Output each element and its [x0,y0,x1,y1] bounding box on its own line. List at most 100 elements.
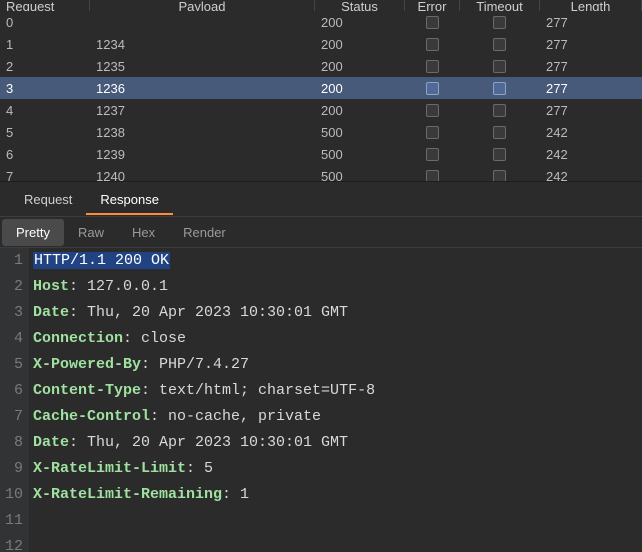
timeout-checkbox[interactable] [460,33,540,55]
checkbox-icon [493,170,506,182]
checkbox-icon [426,104,439,117]
error-checkbox[interactable] [405,165,460,181]
checkbox-icon [493,104,506,117]
cell-status: 200 [315,11,405,33]
timeout-checkbox[interactable] [460,11,540,33]
error-checkbox[interactable] [405,11,460,33]
line-number: 4 [0,326,23,352]
table-row[interactable]: 31236200 277 [0,77,642,99]
line-number: 1 [0,248,23,274]
cell-length: 277 [540,99,642,121]
table-row[interactable]: 51238500 242 [0,121,642,143]
error-checkbox[interactable] [405,99,460,121]
subtab-pretty[interactable]: Pretty [2,219,64,246]
cell-payload [90,11,315,33]
code-line: Host: 127.0.0.1 [33,274,375,300]
cell-payload: 1234 [90,33,315,55]
cell-request: 2 [0,55,90,77]
timeout-checkbox[interactable] [460,55,540,77]
line-number: 2 [0,274,23,300]
code-line [33,534,375,552]
error-checkbox[interactable] [405,143,460,165]
cell-length: 242 [540,165,642,181]
cell-status: 500 [315,165,405,181]
cell-payload: 1240 [90,165,315,181]
table-row[interactable]: 41237200 277 [0,99,642,121]
col-length[interactable]: Length [540,0,642,11]
subtab-render[interactable]: Render [169,219,240,246]
checkbox-icon [493,126,506,139]
checkbox-icon [493,38,506,51]
cell-request: 5 [0,121,90,143]
code-line: Cache-Control: no-cache, private [33,404,375,430]
cell-status: 200 [315,99,405,121]
cell-payload: 1237 [90,99,315,121]
tab-request[interactable]: Request [10,184,86,215]
subtab-hex[interactable]: Hex [118,219,169,246]
cell-payload: 1239 [90,143,315,165]
intruder-results: Request Payload Status Error Timeout Len… [0,0,642,182]
checkbox-icon [493,60,506,73]
table-row[interactable]: 21235200277 [0,55,642,77]
checkbox-icon [493,16,506,29]
code-line [33,508,375,534]
cell-status: 500 [315,143,405,165]
cell-status: 200 [315,77,405,99]
code-line: Content-Type: text/html; charset=UTF-8 [33,378,375,404]
error-checkbox[interactable] [405,33,460,55]
cell-payload: 1238 [90,121,315,143]
error-checkbox[interactable] [405,77,460,99]
cell-request: 4 [0,99,90,121]
line-number: 6 [0,378,23,404]
timeout-checkbox[interactable] [460,77,540,99]
tab-response[interactable]: Response [86,184,173,215]
cell-request: 1 [0,33,90,55]
cell-request: 0 [0,11,90,33]
cell-length: 277 [540,33,642,55]
col-status[interactable]: Status [315,0,405,11]
col-payload[interactable]: Payload [90,0,315,11]
cell-request: 3 [0,77,90,99]
cell-request: 6 [0,143,90,165]
results-header: Request Payload Status Error Timeout Len… [0,0,642,11]
checkbox-icon [426,148,439,161]
timeout-checkbox[interactable] [460,99,540,121]
table-row[interactable]: 11234200277 [0,33,642,55]
message-tabs: Request Response [0,182,642,217]
checkbox-icon [426,170,439,182]
error-checkbox[interactable] [405,121,460,143]
checkbox-icon [426,126,439,139]
cell-payload: 1235 [90,55,315,77]
table-row[interactable]: 0200277 [0,11,642,33]
cell-status: 500 [315,121,405,143]
checkbox-icon [426,38,439,51]
cell-length: 277 [540,77,642,99]
checkbox-icon [493,82,506,95]
timeout-checkbox[interactable] [460,165,540,181]
table-row[interactable]: 61239500 242 [0,143,642,165]
cell-length: 242 [540,143,642,165]
col-timeout[interactable]: Timeout [460,0,540,11]
subtab-raw[interactable]: Raw [64,219,118,246]
table-row[interactable]: 71240500 242 [0,165,642,181]
checkbox-icon [426,16,439,29]
response-body[interactable]: HTTP/1.1 200 OKHost: 127.0.0.1Date: Thu,… [29,248,375,552]
cell-payload: 1236 [90,77,315,99]
code-line: HTTP/1.1 200 OK [33,248,375,274]
line-number: 10 [0,482,23,508]
col-request[interactable]: Request [0,0,90,11]
cell-length: 277 [540,55,642,77]
line-number: 11 [0,508,23,534]
code-line: Date: Thu, 20 Apr 2023 10:30:01 GMT [33,300,375,326]
response-editor[interactable]: 123456789101112 HTTP/1.1 200 OKHost: 127… [0,248,642,552]
timeout-checkbox[interactable] [460,121,540,143]
timeout-checkbox[interactable] [460,143,540,165]
cell-length: 242 [540,121,642,143]
error-checkbox[interactable] [405,55,460,77]
checkbox-icon [426,60,439,73]
results-body[interactable]: 0200277112342002772123520027731236200277… [0,11,642,181]
line-number: 9 [0,456,23,482]
cell-request: 7 [0,165,90,181]
code-line: X-Powered-By: PHP/7.4.27 [33,352,375,378]
col-error[interactable]: Error [405,0,460,11]
